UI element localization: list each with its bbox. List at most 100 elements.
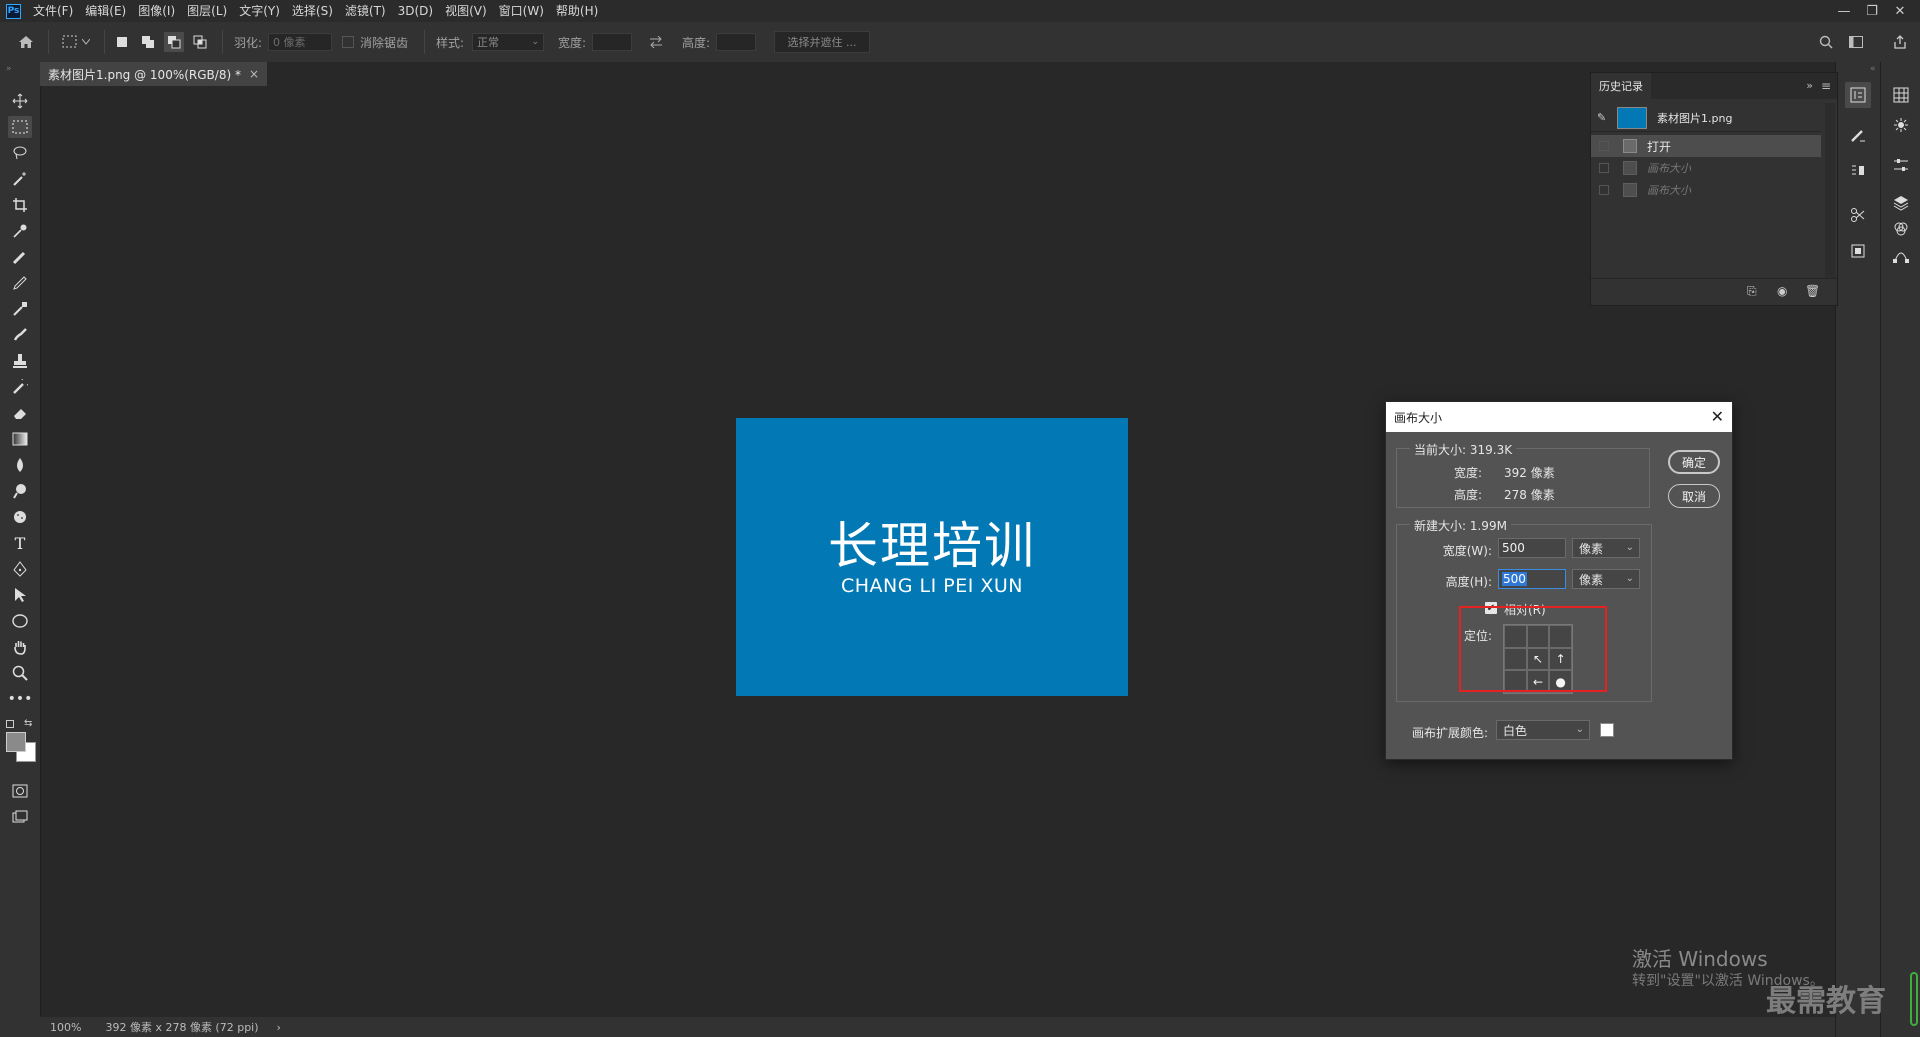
antialias-checkbox[interactable]: [342, 36, 354, 48]
new-document-from-state-icon[interactable]: ⎘: [1747, 284, 1757, 299]
brush-healing-icon[interactable]: [8, 246, 32, 268]
swatches-panel-icon[interactable]: [1888, 82, 1914, 108]
menu-type[interactable]: 文字(Y): [233, 0, 286, 22]
workspace-icon[interactable]: [1846, 32, 1866, 52]
history-scrollbar[interactable]: [1825, 103, 1835, 279]
layers-panel-icon[interactable]: [1888, 190, 1914, 216]
close-tab-icon[interactable]: ×: [249, 67, 259, 81]
zoom-level[interactable]: 100%: [50, 1021, 81, 1034]
swap-icon[interactable]: [646, 32, 666, 52]
history-brush-source-icon[interactable]: ✎: [1597, 111, 1611, 125]
search-icon[interactable]: [1816, 32, 1836, 52]
menu-image[interactable]: 图像(I): [132, 0, 181, 22]
minimize-button[interactable]: —: [1830, 0, 1858, 22]
marquee-preset-icon[interactable]: [60, 32, 80, 52]
menu-edit[interactable]: 编辑(E): [79, 0, 132, 22]
add-selection-icon[interactable]: [138, 32, 158, 52]
history-item-checkbox[interactable]: [1599, 185, 1609, 195]
restore-button[interactable]: ❐: [1858, 0, 1886, 22]
style-select[interactable]: 正常 ⌄: [472, 33, 544, 51]
width-input[interactable]: [592, 33, 632, 51]
height-unit-select[interactable]: 像素 ⌄: [1572, 569, 1640, 589]
quick-mask-icon[interactable]: [8, 780, 32, 802]
history-snapshot[interactable]: ✎ 素材图片1.png: [1591, 107, 1821, 129]
extend-color-select[interactable]: 白色 ⌄: [1496, 720, 1590, 740]
history-item[interactable]: 打开: [1591, 135, 1821, 157]
color-swatches[interactable]: ⇆: [6, 718, 36, 762]
swap-colors-icon[interactable]: ⇆: [24, 718, 32, 729]
collapse-toolbar-icon[interactable]: »: [6, 64, 12, 74]
menu-filter[interactable]: 滤镜(T): [339, 0, 392, 22]
dialog-titlebar[interactable]: 画布大小 ✕: [1386, 402, 1732, 432]
default-colors-icon[interactable]: [6, 720, 14, 728]
height-input[interactable]: 500: [1498, 569, 1566, 589]
adjustments-panel-icon[interactable]: [1888, 112, 1914, 138]
close-window-button[interactable]: ✕: [1886, 0, 1914, 22]
close-icon[interactable]: ✕: [1711, 407, 1724, 426]
eraser-icon[interactable]: [8, 402, 32, 424]
type-tool-icon[interactable]: T: [8, 532, 32, 554]
history-panel-title[interactable]: 历史记录: [1591, 73, 1651, 99]
expand-panels-icon[interactable]: «: [1870, 64, 1876, 74]
history-item[interactable]: 画布大小: [1591, 179, 1821, 201]
menu-file[interactable]: 文件(F): [27, 0, 79, 22]
tool-presets-icon[interactable]: [1845, 202, 1871, 228]
intersect-selection-icon[interactable]: [190, 32, 210, 52]
ellipse-tool-icon[interactable]: [8, 610, 32, 632]
height-input[interactable]: [716, 33, 756, 51]
paths-panel-icon[interactable]: [1888, 242, 1914, 268]
menu-view[interactable]: 视图(V): [439, 0, 493, 22]
feather-input[interactable]: 0 像素: [268, 33, 332, 51]
new-selection-icon[interactable]: [112, 32, 132, 52]
menu-help[interactable]: 帮助(H): [550, 0, 604, 22]
dodge-icon[interactable]: [8, 480, 32, 502]
history-brush-icon[interactable]: [8, 376, 32, 398]
collapse-panel-icon[interactable]: »: [1806, 79, 1813, 92]
clone-source-icon[interactable]: [1845, 158, 1871, 184]
foreground-color-swatch[interactable]: [6, 732, 26, 752]
width-unit-select[interactable]: 像素 ⌄: [1572, 538, 1640, 558]
share-icon[interactable]: [1890, 32, 1910, 52]
tab-document[interactable]: 素材图片1.png @ 100%(RGB/8) * ×: [40, 62, 268, 86]
history-item-checkbox[interactable]: [1599, 163, 1609, 173]
stamp-tool-icon[interactable]: [8, 350, 32, 372]
status-menu-arrow[interactable]: ›: [277, 1021, 281, 1034]
color-replace-icon[interactable]: [8, 298, 32, 320]
gradient-icon[interactable]: [8, 428, 32, 450]
chevron-down-icon[interactable]: [80, 32, 92, 52]
subtract-selection-icon[interactable]: [164, 32, 184, 52]
crop-tool-icon[interactable]: [8, 194, 32, 216]
eyedropper-icon[interactable]: [8, 220, 32, 242]
sponge-icon[interactable]: [8, 506, 32, 528]
channels-panel-icon[interactable]: [1888, 216, 1914, 242]
hand-tool-icon[interactable]: [8, 636, 32, 658]
marquee-tool-icon[interactable]: [8, 116, 32, 138]
more-tools-icon[interactable]: •••: [8, 688, 33, 710]
menu-select[interactable]: 选择(S): [286, 0, 339, 22]
magic-wand-icon[interactable]: [8, 168, 32, 190]
brush-settings-icon[interactable]: [1845, 122, 1871, 148]
panel-menu-icon[interactable]: ≡: [1821, 79, 1831, 93]
blur-icon[interactable]: [8, 454, 32, 476]
history-item[interactable]: 画布大小: [1591, 157, 1821, 179]
menu-window[interactable]: 窗口(W): [493, 0, 550, 22]
camera-snapshot-icon[interactable]: ◉: [1777, 284, 1787, 298]
extend-color-swatch[interactable]: [1600, 723, 1614, 737]
libraries-panel-icon[interactable]: [1888, 152, 1914, 178]
history-panel-icon[interactable]: [1845, 82, 1871, 108]
lasso-tool-icon[interactable]: [8, 142, 32, 164]
menu-3d[interactable]: 3D(D): [392, 0, 439, 22]
cancel-button[interactable]: 取消: [1668, 484, 1720, 508]
pencil-icon[interactable]: [8, 272, 32, 294]
screen-mode-icon[interactable]: [8, 806, 32, 828]
zoom-tool-icon[interactable]: [8, 662, 32, 684]
pen-tool-icon[interactable]: [8, 558, 32, 580]
trash-icon[interactable]: 🗑: [1805, 284, 1820, 298]
history-item-checkbox[interactable]: [1599, 141, 1609, 151]
brush-tool-icon[interactable]: [8, 324, 32, 346]
move-tool-icon[interactable]: [8, 90, 32, 112]
properties-panel-icon[interactable]: [1845, 238, 1871, 264]
menu-layer[interactable]: 图层(L): [181, 0, 233, 22]
canvas-image[interactable]: 长理培训 CHANG LI PEI XUN: [736, 418, 1128, 696]
home-icon[interactable]: [16, 32, 36, 52]
